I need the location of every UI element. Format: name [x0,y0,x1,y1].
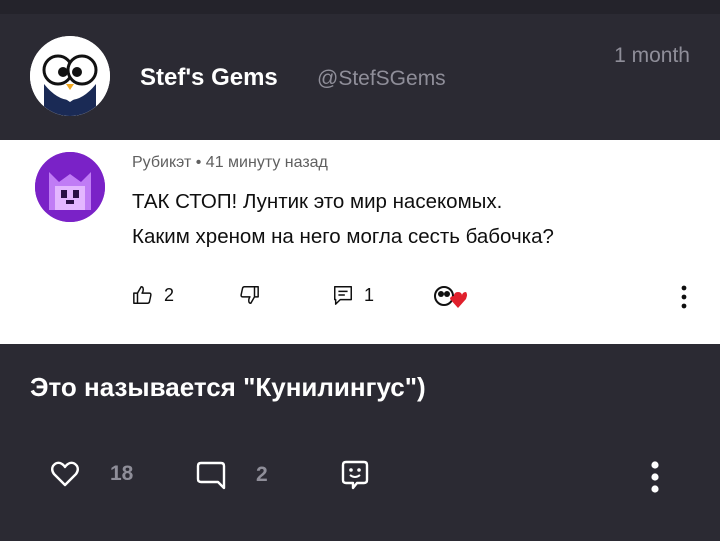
post-text: Это называется "Кунилингус") [30,372,426,402]
commenter-avatar [35,152,105,222]
comment-line: ТАК СТОП! Лунтик это мир насекомых. [132,190,503,213]
comment-like: 2 [132,284,174,306]
embedded-comment-screenshot: Рубикэт • 41 минуту назад ТАК СТОП! Лунт… [0,140,720,344]
more-vertical-icon[interactable] [650,460,660,494]
comment-count: 2 [256,463,268,486]
author-avatar[interactable] [30,36,110,116]
post-actions: 18 2 [0,450,720,510]
creator-heart [432,282,468,312]
comment-author: Рубикэт [132,154,192,171]
comment-dislike [238,284,260,306]
like-action: 18 [50,460,133,488]
comment-action: 2 [196,460,268,490]
comment-more [680,284,688,310]
comment-reply-count: 1 [364,284,375,305]
thumbs-down-icon [240,286,259,304]
comment-text: ТАК СТОП! Лунтик это мир насекомых. Каки… [132,184,554,254]
more-vertical-icon [681,285,687,309]
comment-meta: Рубикэт • 41 минуту назад [132,154,328,172]
heart-icon[interactable] [50,460,80,488]
comment-bubble-icon[interactable] [196,460,226,490]
comment-actions: 2 1 [0,280,720,316]
like-count: 18 [110,462,134,485]
creator-heart-icon [434,286,467,308]
meta-separator: • [195,154,202,171]
react-action [341,460,369,490]
author-name[interactable]: Stef's Gems [140,64,278,92]
author-handle: @StefSGems [317,67,446,90]
top-strip [0,0,720,14]
comment-time: 41 минуту назад [205,154,328,171]
comment-replies: 1 [332,284,374,306]
comment-line: Каким хреном на него могла сесть бабочка… [132,225,554,248]
emoji-reaction-icon[interactable] [341,460,369,490]
purple-cat-avatar-icon [35,152,105,222]
comment-like-count: 2 [164,284,175,305]
post-header: Stef's Gems @StefSGems 1 month [0,14,720,140]
post-time: 1 month [614,44,690,67]
more-action [650,460,660,494]
reply-comment-icon [334,286,352,305]
owl-avatar-icon [30,36,110,116]
thumbs-up-icon [133,286,152,304]
